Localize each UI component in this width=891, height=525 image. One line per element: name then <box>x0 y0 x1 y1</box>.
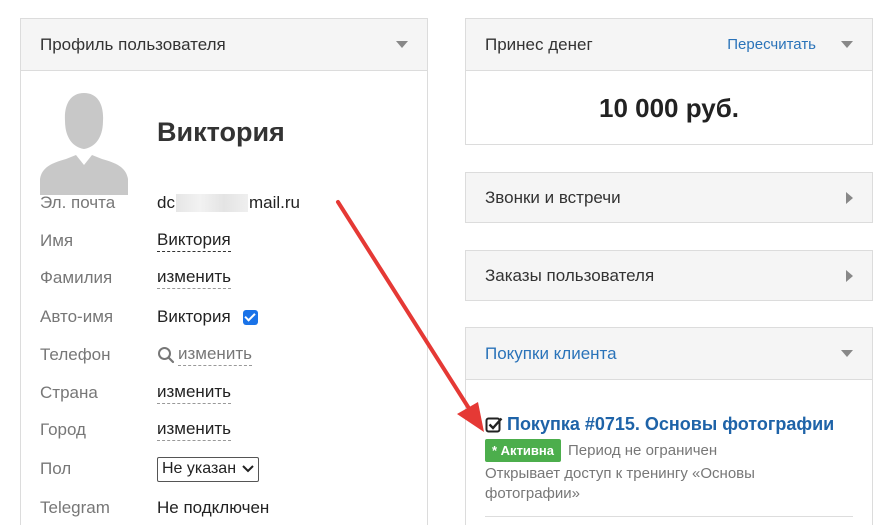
first-name-label: Имя <box>40 231 74 250</box>
orders-panel-title: Заказы пользователя <box>485 265 655 285</box>
user-orders-panel[interactable]: Заказы пользователя <box>465 250 873 301</box>
purchases-panel-title[interactable]: Покупки клиента <box>485 344 617 364</box>
search-icon[interactable] <box>157 346 175 364</box>
auto-name-row: Авто-имя Виктория <box>40 305 258 329</box>
first-name-value[interactable]: Виктория <box>157 230 231 252</box>
gender-row: Пол Не указан <box>40 456 260 482</box>
city-label: Город <box>40 420 86 439</box>
city-row: Город изменить <box>40 418 231 442</box>
user-name-heading: Виктория <box>157 117 285 147</box>
auto-name-label: Авто-имя <box>40 307 114 326</box>
auto-name-checkbox[interactable] <box>242 309 258 325</box>
orders-panel-header[interactable]: Заказы пользователя <box>466 251 872 300</box>
gender-select[interactable]: Не указан <box>157 456 260 482</box>
expand-caret-icon[interactable] <box>846 270 853 282</box>
email-label: Эл. почта <box>40 193 116 212</box>
calls-panel-title: Звонки и встречи <box>485 187 621 207</box>
calls-panel-header[interactable]: Звонки и встречи <box>466 173 872 222</box>
country-row: Страна изменить <box>40 381 231 405</box>
telegram-row: Telegram Не подключен <box>40 496 269 520</box>
telegram-value: Не подключен <box>157 498 270 517</box>
purchase-period: Период не ограничен <box>568 442 718 459</box>
email-suffix: mail.ru <box>248 193 300 212</box>
divider <box>485 516 853 517</box>
checkbox-checked-icon <box>485 417 503 432</box>
first-name-row: Имя Виктория <box>40 229 231 253</box>
email-blur-mask <box>175 194 248 212</box>
purchase-description: Открывает доступ к тренингу «Основы фото… <box>485 465 755 502</box>
profile-panel-header[interactable]: Профиль пользователя <box>21 19 427 71</box>
phone-label: Телефон <box>40 345 111 364</box>
purchases-panel-header[interactable]: Покупки клиента <box>466 328 872 380</box>
revenue-panel-header[interactable]: Принес денег Пересчитать <box>466 19 872 71</box>
client-purchases-panel: Покупки клиента Покупка #0715. Основы фо… <box>465 327 873 525</box>
country-label: Страна <box>40 383 98 402</box>
revenue-panel-title: Принес денег <box>485 34 593 54</box>
country-change-link[interactable]: изменить <box>157 382 231 404</box>
expand-caret-icon[interactable] <box>846 192 853 204</box>
purchase-status-line: * Активна Период не ограничен <box>485 439 717 462</box>
calls-meetings-panel[interactable]: Звонки и встречи <box>465 172 873 223</box>
phone-change-link[interactable]: изменить <box>178 344 252 366</box>
gender-label: Пол <box>40 459 72 478</box>
status-badge: * Активна <box>485 439 561 462</box>
collapse-caret-icon[interactable] <box>396 41 408 48</box>
last-name-row: Фамилия изменить <box>40 266 231 290</box>
phone-value-wrap: изменить <box>157 344 252 366</box>
revenue-amount: 10 000 руб. <box>598 93 740 123</box>
auto-name-value-wrap: Виктория <box>157 307 258 327</box>
gender-selected-value: Не указан <box>162 460 237 477</box>
auto-name-value: Виктория <box>157 307 231 326</box>
last-name-label: Фамилия <box>40 268 113 287</box>
last-name-change-link[interactable]: изменить <box>157 267 231 289</box>
purchase-item-title: Покупка #0715. Основы фотографии <box>485 414 834 435</box>
email-prefix: dc <box>157 193 175 212</box>
collapse-caret-icon[interactable] <box>841 350 853 357</box>
phone-row: Телефон изменить <box>40 343 252 367</box>
profile-panel-title: Профиль пользователя <box>40 34 226 54</box>
telegram-label: Telegram <box>40 498 110 517</box>
city-change-link[interactable]: изменить <box>157 419 231 441</box>
revenue-panel: Принес денег Пересчитать 10 000 руб. <box>465 18 873 145</box>
chevron-down-icon <box>242 465 254 473</box>
email-row: Эл. почта dc mail.ru <box>40 191 300 215</box>
user-profile-panel: Профиль пользователя Виктория Эл. почта … <box>20 18 428 525</box>
purchase-link[interactable]: Покупка #0715. Основы фотографии <box>507 414 834 435</box>
collapse-caret-icon[interactable] <box>841 41 853 48</box>
email-value[interactable]: dc mail.ru <box>157 193 300 213</box>
recalculate-link[interactable]: Пересчитать <box>727 36 816 53</box>
avatar <box>40 91 128 195</box>
